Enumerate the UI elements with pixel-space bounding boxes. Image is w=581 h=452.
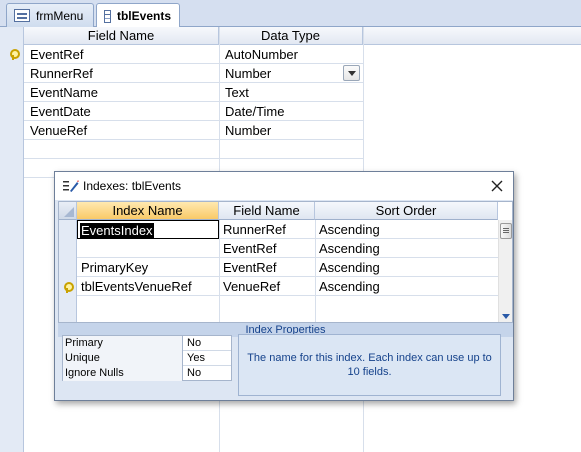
field-name-cell[interactable]: EventDate	[24, 102, 219, 121]
table-row[interactable]: EventRef Ascending	[77, 239, 498, 258]
tab-label: frmMenu	[36, 8, 84, 23]
sort-order-cell[interactable]: Ascending	[315, 220, 498, 239]
index-name-cell[interactable]: PrimaryKey	[77, 258, 219, 277]
field-name-cell[interactable]: EventRef	[219, 258, 315, 277]
table-row[interactable]: EventRef AutoNumber	[24, 45, 363, 64]
field-name-cell[interactable]: EventName	[24, 83, 219, 102]
form-icon	[14, 9, 30, 22]
table-row[interactable]: PrimaryKey EventRef Ascending	[77, 258, 498, 277]
table-row[interactable]: VenueRef Number	[24, 121, 363, 140]
row-selector-column[interactable]	[59, 220, 77, 322]
index-name-cell[interactable]: tblEventsVenueRef	[77, 277, 219, 296]
column-header-sort-order[interactable]: Sort Order	[315, 202, 498, 220]
data-type-cell[interactable]: Number	[219, 121, 363, 140]
table-row-empty[interactable]	[24, 140, 363, 159]
property-name: Ignore Nulls	[63, 366, 183, 381]
select-all-corner[interactable]	[59, 202, 77, 220]
table-row[interactable]: EventsIndex RunnerRef Ascending	[77, 220, 498, 239]
primary-key-icon	[63, 282, 74, 293]
field-name-cell[interactable]: EventRef	[24, 45, 219, 64]
indexes-grid: Index Name Field Name Sort Order EventsI…	[58, 201, 513, 323]
property-row[interactable]: Primary No	[63, 336, 231, 351]
table-row[interactable]: tblEventsVenueRef VenueRef Ascending	[77, 277, 498, 296]
help-text: The name for this index. Each index can …	[247, 352, 492, 378]
column-header-field-name[interactable]: Field Name	[24, 27, 219, 45]
indexes-icon	[63, 180, 79, 192]
field-name-cell[interactable]: VenueRef	[24, 121, 219, 140]
property-name: Unique	[63, 351, 183, 366]
sort-order-cell[interactable]: Ascending	[315, 277, 498, 296]
column-header-blank	[363, 27, 581, 45]
property-value[interactable]: No	[185, 336, 231, 351]
data-type-cell[interactable]: AutoNumber	[219, 45, 363, 64]
index-properties-table: Primary No Unique Yes Ignore Nulls No	[62, 335, 232, 381]
index-name-cell[interactable]: EventsIndex	[77, 220, 219, 239]
sort-order-cell[interactable]: Ascending	[315, 239, 498, 258]
index-name-text-selected[interactable]: EventsIndex	[80, 223, 154, 238]
column-header-data-type[interactable]: Data Type	[219, 27, 363, 45]
table-row[interactable]: RunnerRef Number	[24, 64, 363, 83]
dialog-title-bar[interactable]: Indexes: tblEvents	[55, 172, 513, 200]
table-row[interactable]: EventDate Date/Time	[24, 102, 363, 121]
table-icon	[104, 9, 111, 23]
table-row[interactable]: EventName Text	[24, 83, 363, 102]
tab-label: tblEvents	[116, 9, 171, 23]
field-name-cell[interactable]: RunnerRef	[219, 220, 315, 239]
help-text-box: The name for this index. Each index can …	[238, 334, 501, 396]
field-name-cell[interactable]: VenueRef	[219, 277, 315, 296]
sort-order-cell[interactable]: Ascending	[315, 258, 498, 277]
column-header-field-name[interactable]: Field Name	[219, 202, 315, 220]
field-name-cell[interactable]: EventRef	[219, 239, 315, 258]
table-row-empty[interactable]	[77, 296, 498, 315]
index-name-cell[interactable]	[77, 239, 219, 258]
vertical-scrollbar[interactable]	[498, 220, 512, 322]
property-value[interactable]: Yes	[185, 351, 231, 366]
data-type-dropdown-button[interactable]	[343, 65, 360, 81]
scroll-down-icon[interactable]	[501, 314, 511, 320]
data-type-cell[interactable]: Date/Time	[219, 102, 363, 121]
column-header-index-name[interactable]: Index Name	[77, 202, 219, 220]
property-name: Primary	[63, 336, 183, 351]
scrollbar-thumb[interactable]	[500, 223, 512, 239]
property-row[interactable]: Unique Yes	[63, 351, 231, 366]
property-value[interactable]: No	[185, 366, 231, 381]
document-tab-strip: frmMenu tblEvents	[0, 0, 581, 28]
property-row[interactable]: Ignore Nulls No	[63, 366, 231, 381]
dialog-title: Indexes: tblEvents	[83, 179, 182, 193]
tab-frmmenu[interactable]: frmMenu	[6, 3, 94, 27]
row-selector-column[interactable]	[0, 27, 24, 452]
data-type-cell[interactable]: Number	[219, 64, 363, 83]
chevron-down-icon	[348, 71, 356, 76]
field-name-cell[interactable]: RunnerRef	[24, 64, 219, 83]
indexes-dialog: Indexes: tblEvents Index Name Field Name…	[54, 171, 514, 401]
data-type-cell[interactable]: Text	[219, 83, 363, 102]
tab-tblevents[interactable]: tblEvents	[96, 3, 180, 28]
primary-key-icon	[9, 49, 20, 60]
close-icon[interactable]	[487, 176, 507, 196]
